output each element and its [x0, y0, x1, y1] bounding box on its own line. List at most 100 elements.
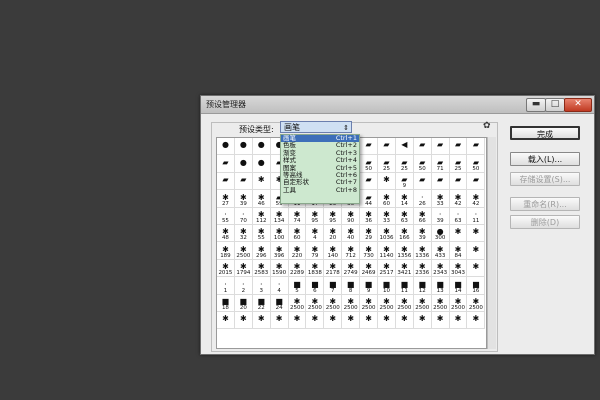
- brush-preset-cell[interactable]: ✱ 2500: [378, 294, 396, 312]
- brush-preset-cell[interactable]: ✱ 3043: [449, 259, 468, 278]
- brush-preset-cell[interactable]: ✱ 1356: [395, 242, 414, 260]
- brush-preset-cell[interactable]: ✱ 2500: [467, 294, 486, 312]
- brush-preset-cell[interactable]: ✱: [413, 311, 432, 330]
- brush-preset-cell[interactable]: ✱ 1590: [270, 259, 289, 278]
- brush-preset-cell[interactable]: ▰: [449, 172, 468, 191]
- brush-preset-cell[interactable]: ▰: [413, 138, 432, 156]
- brush-preset-cell[interactable]: ■ 11: [395, 277, 414, 295]
- menu-item[interactable]: 工具 Ctrl+8: [281, 186, 359, 194]
- brush-preset-cell[interactable]: ▰25: [449, 155, 468, 173]
- brush-preset-cell[interactable]: ✱ 112: [252, 207, 271, 225]
- brush-preset-cell[interactable]: ▰: [360, 138, 379, 156]
- load-button[interactable]: 载入(L)...: [510, 152, 580, 166]
- brush-preset-cell[interactable]: ●: [217, 138, 235, 156]
- brush-preset-cell[interactable]: ✱ 27: [217, 190, 235, 208]
- brush-preset-cell[interactable]: ✱ 1838: [306, 259, 325, 278]
- brush-preset-cell[interactable]: ■ 16: [467, 277, 486, 295]
- brush-preset-cell[interactable]: ▰25: [378, 155, 396, 173]
- brush-preset-cell[interactable]: ✱ 712: [342, 242, 361, 260]
- brush-preset-cell[interactable]: ✱ 2583: [252, 259, 271, 278]
- preset-type-select[interactable]: 画笔 ⇕: [280, 121, 352, 133]
- maximize-button[interactable]: □: [545, 98, 565, 112]
- brush-preset-cell[interactable]: ✱: [360, 311, 379, 330]
- brush-preset-cell[interactable]: ✱ 90: [342, 207, 361, 225]
- brush-preset-cell[interactable]: ✱ 2500: [342, 294, 361, 312]
- brush-preset-cell[interactable]: ✱ 2343: [431, 259, 450, 278]
- brush-preset-cell[interactable]: ✱ 79: [306, 242, 325, 260]
- brush-preset-cell[interactable]: ●: [234, 155, 253, 173]
- brush-preset-cell[interactable]: ✱ 14: [395, 190, 414, 208]
- done-button[interactable]: 完成: [510, 126, 580, 140]
- brush-preset-cell[interactable]: · 63: [449, 207, 468, 225]
- brush-preset-cell[interactable]: ✱ 730: [360, 242, 379, 260]
- brush-preset-cell[interactable]: ●: [252, 138, 271, 156]
- brush-preset-cell[interactable]: ▰: [431, 138, 450, 156]
- brush-preset-cell[interactable]: ✱ 2469: [360, 259, 379, 278]
- brush-preset-cell[interactable]: ✱ 42: [467, 190, 486, 208]
- brush-preset-cell[interactable]: ✱ 39: [234, 190, 253, 208]
- brush-preset-cell[interactable]: ✱: [467, 224, 486, 243]
- brush-preset-cell[interactable]: ✱ 29: [360, 224, 379, 243]
- brush-preset-cell[interactable]: ✱ 2500: [288, 294, 307, 312]
- brush-preset-cell[interactable]: · 11: [467, 207, 486, 225]
- brush-preset-cell[interactable]: ▰: [431, 172, 450, 191]
- brush-preset-cell[interactable]: ▰: [217, 172, 235, 191]
- brush-preset-cell[interactable]: · 4: [270, 277, 289, 295]
- brush-preset-cell[interactable]: ●: [234, 138, 253, 156]
- close-button[interactable]: ✕: [564, 98, 592, 112]
- brush-preset-cell[interactable]: ▰: [449, 138, 468, 156]
- minimize-button[interactable]: ▬: [526, 98, 546, 112]
- brush-preset-cell[interactable]: · 55: [217, 207, 235, 225]
- brush-preset-cell[interactable]: ▰ 9: [395, 172, 414, 191]
- save-settings-button[interactable]: 存储设置(S)...: [510, 172, 580, 186]
- brush-preset-cell[interactable]: ✱ 60: [378, 190, 396, 208]
- brush-preset-cell[interactable]: ✱ 2015: [217, 259, 235, 278]
- brush-preset-cell[interactable]: ✱ 42: [449, 190, 468, 208]
- brush-preset-cell[interactable]: ■ 10: [378, 277, 396, 295]
- brush-preset-cell[interactable]: ●: [252, 155, 271, 173]
- brush-preset-cell[interactable]: ✱ 40: [342, 224, 361, 243]
- brush-preset-cell[interactable]: ✱ 2500: [306, 294, 325, 312]
- brush-preset-cell[interactable]: ✱ 33: [431, 190, 450, 208]
- brush-preset-cell[interactable]: ✱ 100: [270, 224, 289, 243]
- brush-preset-cell[interactable]: · 1: [217, 277, 235, 295]
- brush-preset-cell[interactable]: ■ 20: [234, 294, 253, 312]
- brush-preset-cell[interactable]: ✱: [217, 311, 235, 330]
- brush-preset-cell[interactable]: ▰: [360, 172, 379, 191]
- brush-preset-cell[interactable]: ✱ 95: [306, 207, 325, 225]
- brush-preset-cell[interactable]: ▰ 44: [360, 190, 379, 208]
- brush-preset-cell[interactable]: ■ 5: [288, 277, 307, 295]
- brush-preset-cell[interactable]: ✱ 2500: [449, 294, 468, 312]
- brush-preset-cell[interactable]: ✱ 95: [324, 207, 343, 225]
- brush-preset-cell[interactable]: ✱: [306, 311, 325, 330]
- brush-preset-cell[interactable]: ✱: [395, 311, 414, 330]
- brush-preset-cell[interactable]: ✱ 84: [449, 242, 468, 260]
- brush-preset-cell[interactable]: ✱ 3421: [395, 259, 414, 278]
- brush-preset-cell[interactable]: ✱: [234, 311, 253, 330]
- brush-preset-cell[interactable]: ■ 14: [449, 277, 468, 295]
- brush-preset-cell[interactable]: ■ 12: [413, 277, 432, 295]
- brush-preset-cell[interactable]: ■ 6: [306, 277, 325, 295]
- brush-preset-cell[interactable]: ✱ 1794: [234, 259, 253, 278]
- title-bar[interactable]: 预设管理器 ▬ □ ✕: [201, 96, 594, 114]
- grid-scrollbar[interactable]: [487, 137, 496, 349]
- brush-preset-cell[interactable]: ■ 24: [270, 294, 289, 312]
- brush-preset-cell[interactable]: ✱: [378, 311, 396, 330]
- brush-preset-cell[interactable]: ✱: [378, 172, 396, 191]
- brush-preset-cell[interactable]: ✱ 1140: [378, 242, 396, 260]
- brush-preset-cell[interactable]: ✱ 433: [431, 242, 450, 260]
- brush-preset-cell[interactable]: ✱ 4: [306, 224, 325, 243]
- brush-preset-cell[interactable]: ■ 13: [431, 277, 450, 295]
- gear-icon[interactable]: ✿: [483, 121, 491, 131]
- brush-preset-cell[interactable]: ✱ 2500: [324, 294, 343, 312]
- brush-preset-cell[interactable]: ✱ 20: [324, 224, 343, 243]
- brush-preset-cell[interactable]: ■ 18: [217, 294, 235, 312]
- brush-preset-cell[interactable]: ✱ 74: [288, 207, 307, 225]
- brush-preset-cell[interactable]: ✱ 189: [217, 242, 235, 260]
- brush-preset-cell[interactable]: ▰: [217, 155, 235, 173]
- brush-preset-cell[interactable]: ✱: [431, 311, 450, 330]
- brush-preset-cell[interactable]: ■ 8: [342, 277, 361, 295]
- brush-preset-cell[interactable]: ■ 9: [360, 277, 379, 295]
- brush-preset-cell[interactable]: ✱ 2500: [395, 294, 414, 312]
- brush-preset-cell[interactable]: ✱: [467, 242, 486, 260]
